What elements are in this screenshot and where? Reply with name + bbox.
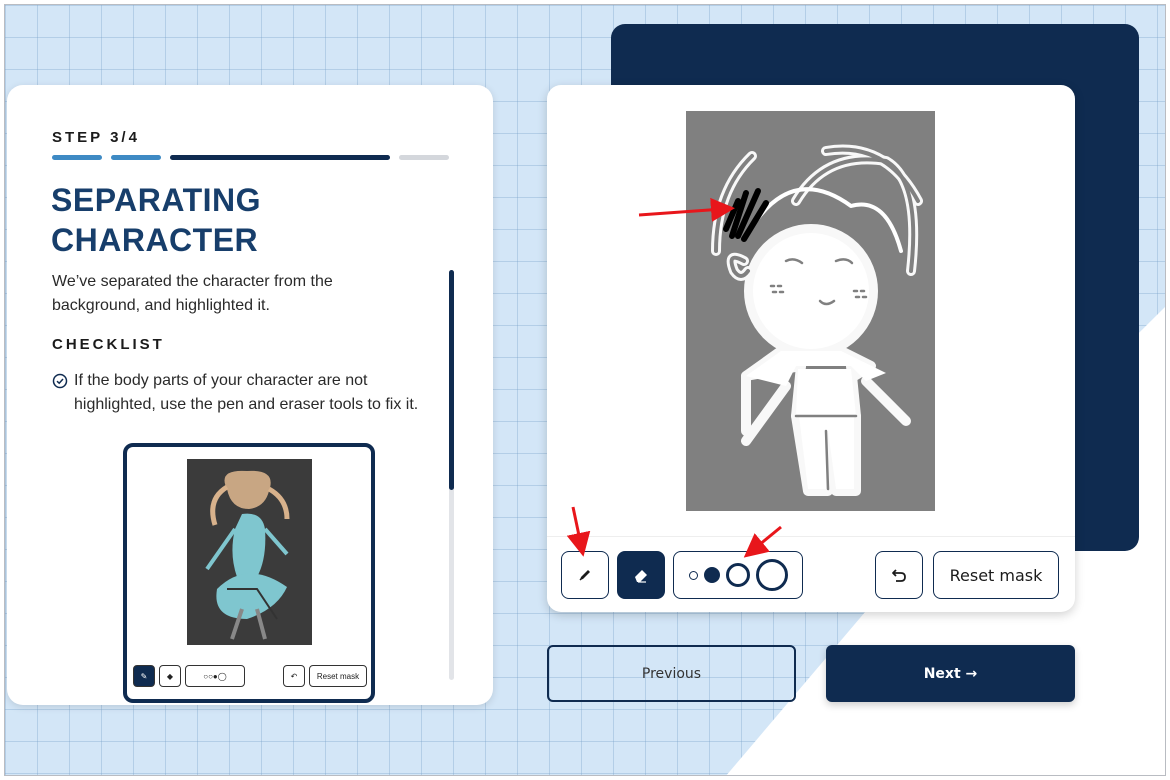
mask-editor-card: Reset mask <box>547 85 1075 612</box>
editor-toolbar: Reset mask <box>547 536 1075 612</box>
checklist-item-text: If the body parts of your character are … <box>74 372 419 413</box>
pencil-icon <box>579 570 590 581</box>
step-label: STEP 3/4 <box>52 129 140 146</box>
example-toolbar: ✎ ◆ ○○●◯ ↶ Reset mask <box>133 661 367 691</box>
pen-tool-button[interactable] <box>561 551 609 599</box>
example-drawing <box>187 459 312 645</box>
app-frame: STEP 3/4 SEPARATING CHARACTER We’ve sepa… <box>4 4 1166 776</box>
instructions-scroll-area: We’ve separated the character from the b… <box>52 270 452 417</box>
undo-button[interactable] <box>875 551 923 599</box>
progress-segment-2 <box>111 155 161 160</box>
page-title: SEPARATING CHARACTER <box>51 182 262 258</box>
checklist-heading: CHECKLIST <box>52 336 165 353</box>
scrollbar-thumb[interactable] <box>449 270 454 490</box>
next-button[interactable]: Next → <box>826 645 1075 702</box>
character-mask <box>711 144 923 496</box>
brush-size-small[interactable] <box>688 570 698 580</box>
example-pen-button: ✎ <box>133 665 155 687</box>
mask-canvas[interactable] <box>686 111 935 511</box>
example-drawing-photo <box>187 459 312 645</box>
instruction-card: STEP 3/4 SEPARATING CHARACTER We’ve sepa… <box>7 85 493 705</box>
description-text: We’ve separated the character from the b… <box>52 273 333 314</box>
example-eraser-button: ◆ <box>159 665 181 687</box>
eraser-tool-button[interactable] <box>617 551 665 599</box>
example-undo-button: ↶ <box>283 665 305 687</box>
brush-size-xlarge[interactable] <box>755 559 788 591</box>
brush-size-medium[interactable] <box>703 567 720 583</box>
progress-segment-4 <box>399 155 449 160</box>
example-reset-button: Reset mask <box>309 665 367 687</box>
brush-size-picker[interactable] <box>673 551 803 599</box>
eraser-icon <box>635 570 647 583</box>
example-size-picker: ○○●◯ <box>185 665 245 687</box>
progress-segment-1 <box>52 155 102 160</box>
progress-segment-3 <box>170 155 390 160</box>
step-progress <box>52 155 450 161</box>
check-circle-icon <box>52 373 68 389</box>
example-screenshot: ✎ ◆ ○○●◯ ↶ Reset mask <box>123 443 375 703</box>
checklist-item: If the body parts of your character are … <box>52 369 452 417</box>
brush-size-large[interactable] <box>725 563 750 587</box>
instructions-scrollbar[interactable] <box>449 270 454 680</box>
undo-icon <box>892 569 906 582</box>
previous-button[interactable]: Previous <box>547 645 796 702</box>
reset-mask-button[interactable]: Reset mask <box>933 551 1059 599</box>
